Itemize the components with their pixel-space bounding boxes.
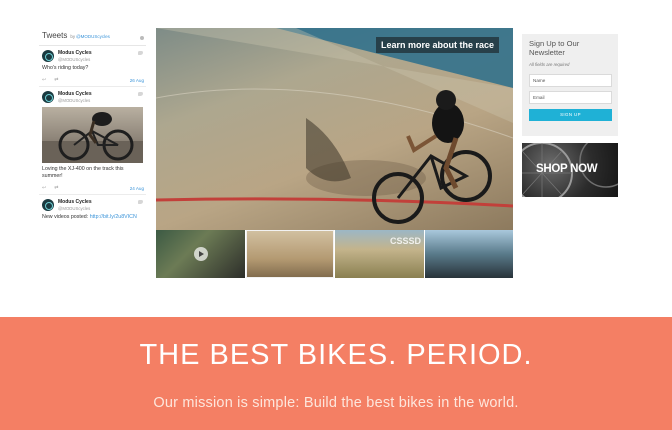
- banner-subtitle: Our mission is simple: Build the best bi…: [153, 395, 519, 411]
- banner-title: THE BEST BIKES. PERIOD.: [139, 339, 533, 371]
- modus-logo-icon[interactable]: [42, 199, 54, 212]
- reply-icon[interactable]: ↩: [42, 77, 46, 83]
- tweet-actions: ↩ ⇄ 26 Aug: [42, 77, 144, 83]
- shop-now-banner[interactable]: SHOP NOW: [522, 143, 618, 197]
- newsletter-title: Sign Up to Our Newsletter: [529, 39, 580, 58]
- name-field[interactable]: [529, 73, 612, 87]
- mission-banner: THE BEST BIKES. PERIOD. Our mission is s…: [0, 317, 672, 430]
- tweet-text: New videos posted: http://bit.ly/2u8VICN: [42, 214, 144, 221]
- email-field[interactable]: [529, 90, 612, 104]
- retweet-icon[interactable]: ⇄: [54, 77, 58, 83]
- newsletter-signup: Sign Up to Our Newsletter All fields are…: [522, 34, 618, 136]
- video-thumbnail-3[interactable]: CSSSD: [335, 230, 424, 278]
- newsletter-note: All fields are required: [529, 61, 570, 67]
- tweet-text-body: New videos posted:: [42, 214, 90, 221]
- tweet-author[interactable]: Modus Cycles @MODUScycles: [42, 199, 144, 212]
- sign-up-button[interactable]: SIGN UP: [529, 108, 612, 121]
- tweet-author-name[interactable]: Modus Cycles: [58, 91, 92, 97]
- tweet-link[interactable]: http://bit.ly/2u8VICN: [90, 214, 137, 220]
- tweet-date-link[interactable]: 26 Aug: [130, 78, 144, 83]
- learn-more-race-link[interactable]: Learn more about the race: [375, 37, 499, 53]
- tweet[interactable]: Modus Cycles @MODUScycles Who's riding t…: [39, 46, 146, 88]
- tweet-author-name[interactable]: Modus Cycles: [58, 199, 92, 205]
- tweet-text: Loving the XJ-400 on the track this summ…: [42, 166, 124, 180]
- tweet-author-handle[interactable]: @MODUScycles: [58, 98, 92, 103]
- info-icon[interactable]: [140, 36, 144, 40]
- play-icon[interactable]: [194, 247, 208, 261]
- thumbnail-text: CSSSD: [390, 236, 422, 246]
- cyclist-photo-image: [42, 112, 143, 164]
- timeline-by: by: [70, 34, 76, 39]
- timeline-handle-link[interactable]: @MODUScycles: [76, 34, 110, 39]
- video-thumbnail-1[interactable]: [156, 230, 245, 278]
- modus-logo-icon[interactable]: [42, 50, 54, 62]
- reply-icon[interactable]: ↩: [42, 185, 46, 191]
- tweet-author-handle[interactable]: @MODUScycles: [58, 57, 92, 62]
- video-thumbnail-4[interactable]: [424, 230, 513, 278]
- tweet-author[interactable]: Modus Cycles @MODUScycles: [42, 50, 144, 62]
- tweet[interactable]: Modus Cycles @MODUScycles Loving the XJ-…: [39, 87, 146, 196]
- hero-video[interactable]: Learn more about the race: [156, 28, 513, 230]
- video-thumbnail-2[interactable]: [245, 230, 334, 278]
- modus-logo-icon[interactable]: [42, 91, 54, 104]
- tweet-photo[interactable]: [42, 107, 143, 164]
- tweet-text: Who's riding today?: [42, 65, 89, 71]
- tweet-author-name[interactable]: Modus Cycles: [58, 50, 92, 56]
- retweet-icon[interactable]: ⇄: [54, 185, 58, 191]
- track-cyclist-image: [156, 28, 513, 224]
- timeline-title: Tweets: [42, 31, 68, 40]
- tweet-actions: ↩ ⇄ 24 Aug: [42, 185, 144, 191]
- video-thumbnail-strip: CSSSD: [156, 230, 513, 278]
- twitter-timeline: Tweets by @MODUScycles Modus Cycles @MOD…: [39, 28, 146, 254]
- tweet[interactable]: Modus Cycles @MODUScycles New videos pos…: [39, 195, 146, 224]
- tweet-author[interactable]: Modus Cycles @MODUScycles: [42, 91, 144, 104]
- timeline-header: Tweets by @MODUScycles: [39, 28, 146, 46]
- tweet-date-link[interactable]: 24 Aug: [130, 186, 144, 191]
- shop-now-label[interactable]: SHOP NOW: [536, 163, 598, 175]
- tweet-author-handle[interactable]: @MODUScycles: [58, 206, 92, 211]
